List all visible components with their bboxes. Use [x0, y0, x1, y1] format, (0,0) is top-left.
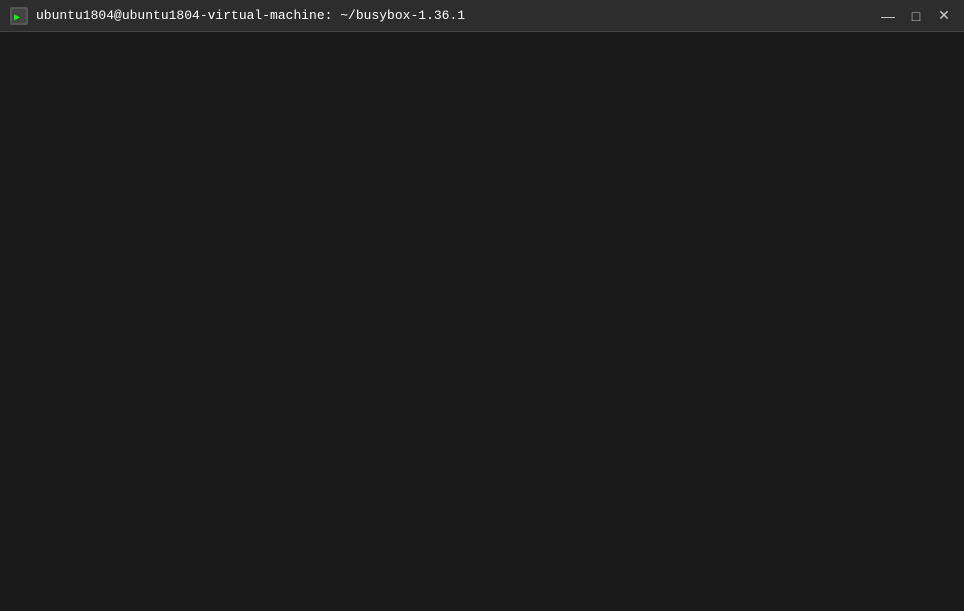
maximize-button[interactable]: □ — [906, 6, 926, 26]
window-title: ubuntu1804@ubuntu1804-virtual-machine: ~… — [36, 8, 878, 23]
title-bar: ▶ ubuntu1804@ubuntu1804-virtual-machine:… — [0, 0, 964, 32]
terminal-icon: ▶ — [10, 7, 28, 25]
window: ▶ ubuntu1804@ubuntu1804-virtual-machine:… — [0, 0, 964, 32]
close-button[interactable]: ✕ — [934, 6, 954, 26]
window-controls: — □ ✕ — [878, 6, 954, 26]
minimize-button[interactable]: — — [878, 6, 898, 26]
svg-text:▶: ▶ — [14, 12, 20, 23]
